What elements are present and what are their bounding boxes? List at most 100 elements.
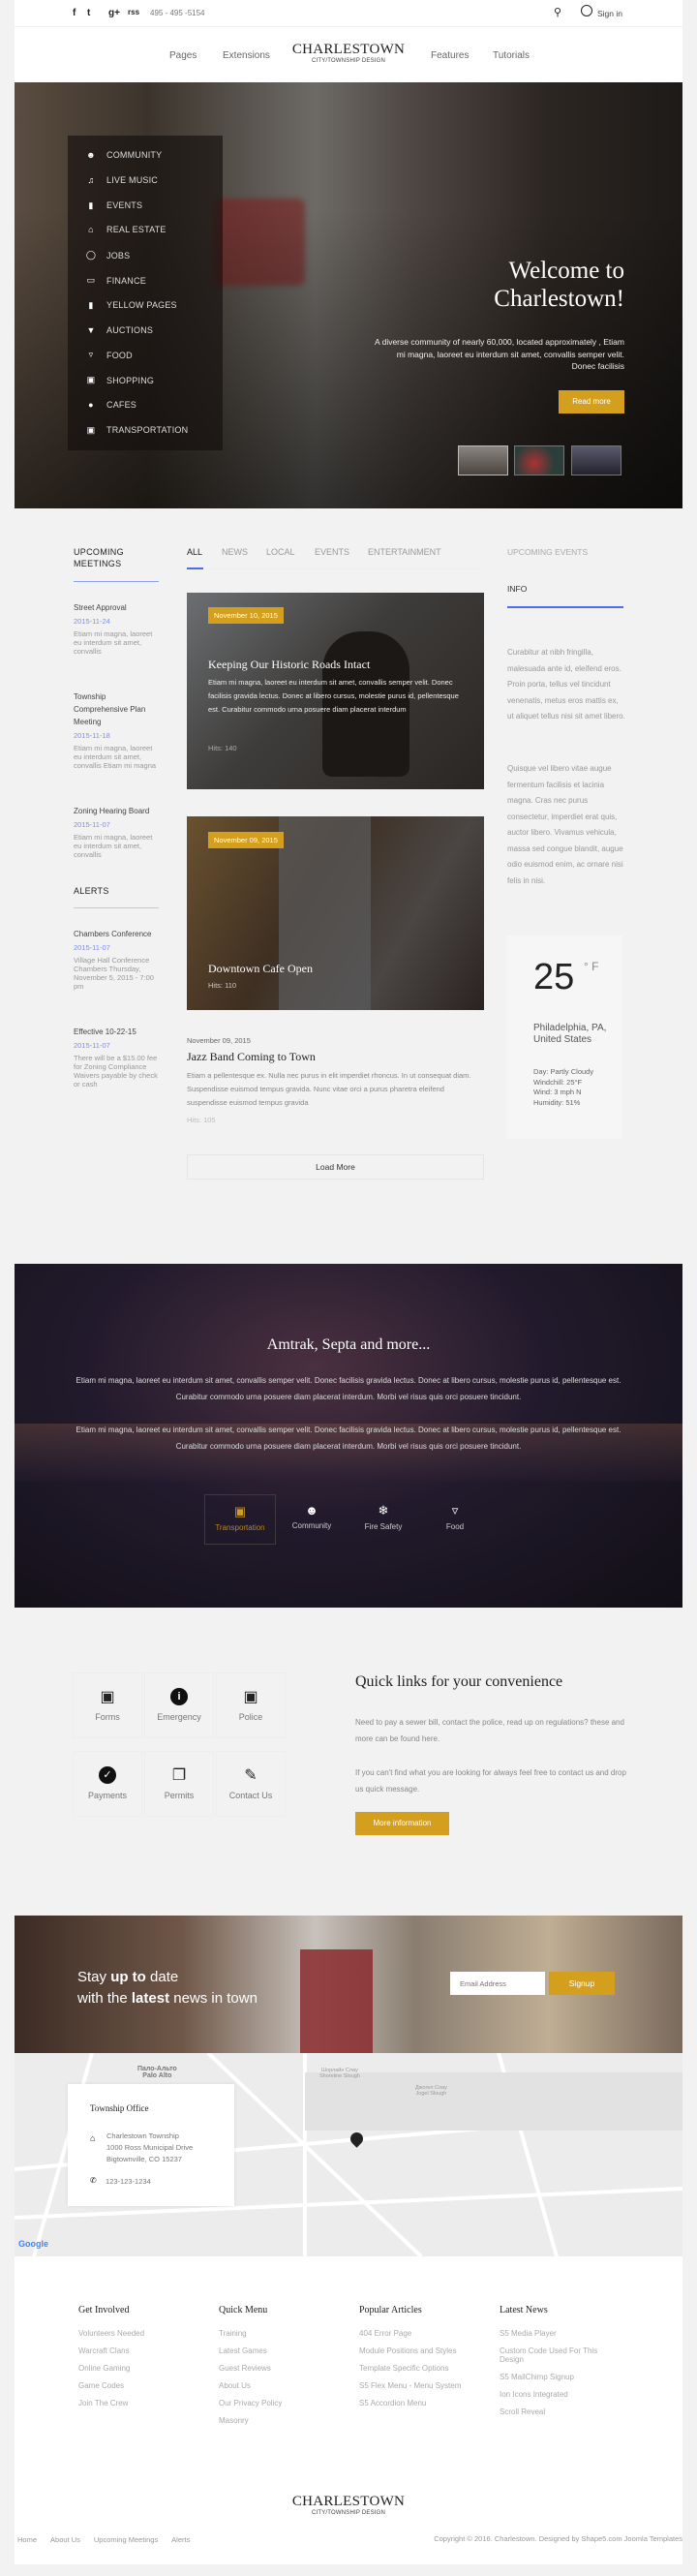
footer-link[interactable]: Guest Reviews xyxy=(219,2364,325,2381)
rss-icon[interactable]: rss xyxy=(128,8,139,16)
bottom-link[interactable]: Upcoming Meetings xyxy=(94,2535,158,2544)
menu-item-real-estate[interactable]: ⌂ REAL ESTATE xyxy=(85,225,167,234)
home-icon: ⌂ xyxy=(88,225,94,235)
quicklink-emergency[interactable]: i Emergency xyxy=(144,1672,214,1738)
menu-item-shopping[interactable]: ▣ SHOPPING xyxy=(85,375,154,385)
footer-link[interactable]: S5 Accordion Menu xyxy=(359,2399,466,2416)
community-icon: ☻ xyxy=(86,150,96,160)
twitter-icon[interactable]: t xyxy=(87,8,90,18)
footer-link[interactable]: Warcraft Clans xyxy=(78,2346,185,2364)
footer-link[interactable]: S5 Media Player xyxy=(500,2329,606,2346)
slide-thumb-1[interactable] xyxy=(458,445,508,475)
article-date-badge: November 10, 2015 xyxy=(208,607,284,624)
tab-news[interactable]: NEWS xyxy=(222,547,248,557)
nav-features[interactable]: Features xyxy=(431,50,469,61)
nav-extensions[interactable]: Extensions xyxy=(223,50,270,61)
menu-item-finance[interactable]: ▭ FINANCE xyxy=(85,275,146,286)
footer-link[interactable]: Volunteers Needed xyxy=(78,2329,185,2346)
tab-all[interactable]: ALL xyxy=(187,547,202,557)
footer-logo[interactable]: CHARLESTOWN CITY/TOWNSHIP DESIGN xyxy=(271,2494,426,2516)
article-date: November 09, 2015 xyxy=(187,1036,251,1045)
transport-tab-community[interactable]: ☻ Community xyxy=(276,1494,348,1545)
logo[interactable]: CHARLESTOWN CITY/TOWNSHIP DESIGN xyxy=(281,42,416,64)
meeting-item[interactable]: Street Approval 2015-11-24 Etiam mi magna,… xyxy=(74,601,159,656)
menu-item-events[interactable]: ▮ EVENTS xyxy=(85,200,142,211)
weather-location: Philadelphia, PA, United States xyxy=(533,1023,607,1045)
nav-pages[interactable]: Pages xyxy=(169,50,197,61)
footer-column-title: Get Involved xyxy=(78,2305,130,2315)
google-plus-icon[interactable]: g+ xyxy=(108,8,120,18)
menu-item-jobs[interactable]: ◯ JOBS xyxy=(85,250,130,261)
menu-item-live-music[interactable]: ♫ LIVE MUSIC xyxy=(85,175,158,185)
load-more-button[interactable]: Load More xyxy=(187,1154,484,1180)
transport-tab-transportation[interactable]: ▣ Transportation xyxy=(204,1494,276,1545)
alert-item[interactable]: Effective 10-22-15 2015-11-07 There will b… xyxy=(74,1026,159,1089)
quicklink-payments[interactable]: ✓ Payments xyxy=(73,1751,142,1817)
menu-item-community[interactable]: ☻ COMMUNITY xyxy=(85,150,162,160)
map[interactable]: Пало-Альто Palo Alto Шорлайн Слау Shorelin… xyxy=(15,2053,682,2256)
menu-item-yellow-pages[interactable]: ▮ YELLOW PAGES xyxy=(85,300,177,311)
facebook-icon[interactable]: f xyxy=(73,8,76,18)
footer-link[interactable]: Ion Icons Integrated xyxy=(500,2390,606,2407)
menu-item-cafes[interactable]: ● CAFES xyxy=(85,400,136,410)
footer-link[interactable]: Module Positions and Styles xyxy=(359,2346,466,2364)
footer-link[interactable]: Template Specific Options xyxy=(359,2364,466,2381)
menu-item-food[interactable]: ▿ FOOD xyxy=(85,350,133,360)
footer-link[interactable]: Masonry xyxy=(219,2416,325,2434)
menu-item-transportation[interactable]: ▣ TRANSPORTATION xyxy=(85,425,188,436)
article-card[interactable]: November 10, 2015 Keeping Our Historic R… xyxy=(187,593,484,789)
menu-item-auctions[interactable]: ▼ AUCTIONS xyxy=(85,325,153,335)
signup-button[interactable]: Signup xyxy=(549,1972,615,1995)
quicklink-permits[interactable]: ❐ Permits xyxy=(144,1751,214,1817)
article-title[interactable]: Keeping Our Historic Roads Intact xyxy=(208,658,370,672)
document-icon: ▮ xyxy=(88,299,94,310)
footer-link[interactable]: Scroll Reveal xyxy=(500,2407,606,2425)
article-photo-shape xyxy=(279,816,371,1010)
slide-thumb-2[interactable] xyxy=(514,445,564,475)
tab-info[interactable]: INFO xyxy=(507,584,527,594)
transport-tab-food[interactable]: ▿ Food xyxy=(419,1494,491,1545)
tab-upcoming-events[interactable]: UPCOMING EVENTS xyxy=(507,547,588,557)
slide-thumb-3[interactable] xyxy=(571,445,621,475)
sign-in-link[interactable]: Sign in xyxy=(597,9,622,18)
more-information-button[interactable]: More information xyxy=(355,1812,449,1835)
footer-link[interactable]: Custom Code Used For This Design xyxy=(500,2346,606,2373)
footer-link[interactable]: About Us xyxy=(219,2381,325,2399)
quicklink-police[interactable]: ▣ Police xyxy=(216,1672,286,1738)
bottom-link[interactable]: Alerts xyxy=(171,2535,190,2544)
footer-link[interactable]: Join The Crew xyxy=(78,2399,185,2416)
email-input[interactable] xyxy=(450,1972,545,1995)
nav-tutorials[interactable]: Tutorials xyxy=(493,50,530,61)
article-hits: Hits: 105 xyxy=(187,1116,216,1124)
meeting-item[interactable]: Township Comprehensive Plan Meeting 2015-… xyxy=(74,690,159,770)
footer-link[interactable]: Our Privacy Policy xyxy=(219,2399,325,2416)
info-tab-indicator xyxy=(507,606,623,608)
quicklink-contact-us[interactable]: ✎ Contact Us xyxy=(216,1751,286,1817)
footer-link[interactable]: S5 Flex Menu - Menu System xyxy=(359,2381,466,2399)
quicklink-forms[interactable]: ▣ Forms xyxy=(73,1672,142,1738)
footer-link[interactable]: S5 MailChimp Signup xyxy=(500,2373,606,2390)
alert-item[interactable]: Chambers Conference 2015-11-07 Village Hal… xyxy=(74,928,159,991)
tab-local[interactable]: LOCAL xyxy=(266,547,295,557)
footer-column: Latest News S5 Media Player Custom Code Us… xyxy=(500,2305,606,2425)
bottom-link[interactable]: Home xyxy=(17,2535,37,2544)
footer-link[interactable]: Online Gaming xyxy=(78,2364,185,2381)
footer-link[interactable]: Game Codes xyxy=(78,2381,185,2399)
bottom-link[interactable]: About Us xyxy=(50,2535,80,2544)
article-title[interactable]: Downtown Cafe Open xyxy=(208,962,313,976)
footer-link[interactable]: 404 Error Page xyxy=(359,2329,466,2346)
meeting-item[interactable]: Zoning Hearing Board 2015-11-07 Etiam mi m… xyxy=(74,805,159,859)
music-icon: ♫ xyxy=(87,174,95,185)
office-phone: 123-123-1234 xyxy=(106,2177,151,2186)
footer-link[interactable]: Training xyxy=(219,2329,325,2346)
user-icon[interactable] xyxy=(581,5,592,16)
search-icon[interactable]: ⚲ xyxy=(554,6,561,18)
tab-events[interactable]: EVENTS xyxy=(315,547,349,557)
footer-link[interactable]: Latest Games xyxy=(219,2346,325,2364)
transport-tab-fire-safety[interactable]: ❄ Fire Safety xyxy=(348,1494,419,1545)
article-card[interactable]: November 09, 2015 Downtown Cafe Open Hit… xyxy=(187,816,484,1010)
article-title[interactable]: Jazz Band Coming to Town xyxy=(187,1050,484,1064)
tab-entertainment[interactable]: ENTERTAINMENT xyxy=(368,547,441,557)
read-more-button[interactable]: Read more xyxy=(559,390,624,414)
footer-column: Popular Articles 404 Error Page Module Pos… xyxy=(359,2305,466,2416)
